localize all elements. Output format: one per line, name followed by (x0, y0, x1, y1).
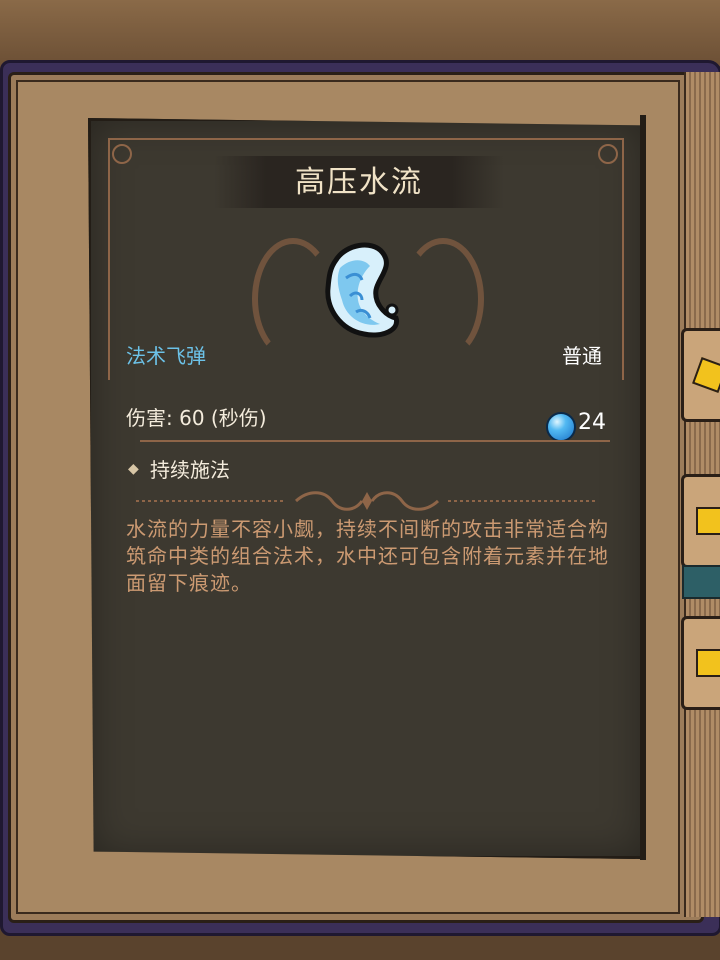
spell-type-label: 法术飞弹 (126, 344, 206, 368)
side-tab-2[interactable] (681, 474, 720, 568)
spell-description: 水流的力量不容小觑，持续不间断的攻击非常适合构筑命中类的组合法术，水中还可包含附… (126, 517, 609, 595)
mana-cost: 24 (578, 410, 606, 435)
frame-corner-ornament (112, 144, 132, 164)
panel-edge (640, 115, 646, 860)
side-tab-1[interactable] (681, 328, 720, 422)
side-tab-3[interactable] (681, 616, 720, 710)
yellow-plus-tab-icon (696, 507, 720, 535)
ornamental-divider (136, 491, 598, 511)
rarity-label: 普通 (562, 344, 602, 368)
water-stream-icon (325, 242, 399, 338)
spell-tag: 持续施法 (150, 458, 230, 482)
ornament-swirl-right (402, 238, 484, 360)
frame-corner-ornament (598, 144, 618, 164)
damage-stat: 伤害: 60 (秒伤) (126, 406, 267, 430)
tag-bullet-icon: ◆ (128, 461, 139, 477)
side-tab-ribbon (682, 565, 720, 599)
yellow-cross-tab-icon (692, 357, 720, 393)
blue-orb-icon (546, 412, 576, 442)
stats-separator (140, 440, 610, 442)
yellow-plus-tab-icon (696, 649, 720, 677)
spell-title: 高压水流 (295, 165, 423, 200)
